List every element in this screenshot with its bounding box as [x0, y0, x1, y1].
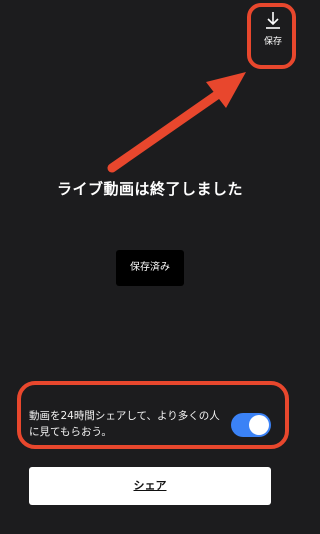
share-24h-description: 動画を24時間シェアして、より多くの人に見てもらおう。: [29, 410, 220, 438]
share-button[interactable]: シェア: [29, 467, 271, 505]
live-ended-title: ライブ動画は終了しました: [56, 180, 243, 198]
toggle-knob: [249, 415, 269, 435]
share-button-label: シェア: [133, 479, 167, 492]
share-24h-toggle[interactable]: [231, 413, 271, 437]
saved-button[interactable]: 保存済み: [116, 250, 184, 286]
